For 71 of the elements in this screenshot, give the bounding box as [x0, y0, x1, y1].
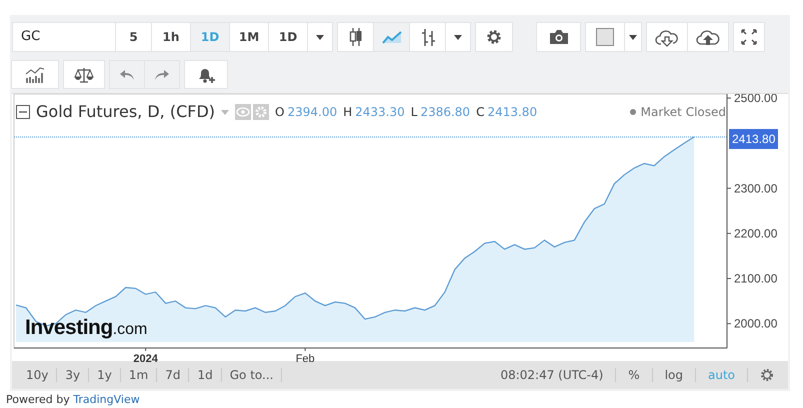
compare-button[interactable]	[63, 60, 105, 89]
indicators-icon	[25, 66, 45, 84]
collapse-icon	[16, 105, 30, 119]
scales-icon	[74, 66, 94, 82]
redo-button[interactable]	[144, 60, 180, 89]
interval-button[interactable]: 1M	[229, 22, 269, 52]
ohlc-value: 2433.30	[355, 104, 405, 121]
symbol-field[interactable]: GC	[12, 22, 116, 52]
caret-icon	[629, 34, 637, 40]
settings-icon	[486, 29, 502, 45]
alert-button[interactable]	[184, 60, 228, 89]
undo-button[interactable]	[109, 60, 145, 89]
chart-type-button[interactable]	[409, 22, 446, 52]
eye-icon	[235, 104, 252, 120]
candles-icon	[348, 27, 362, 47]
x-axis-label: Feb	[296, 353, 315, 362]
powered-by-text: Powered by	[6, 393, 71, 406]
ohlc-value: 2386.80	[420, 104, 470, 121]
scale-toggle[interactable]: %	[616, 368, 652, 382]
ohlc-key: O	[275, 103, 284, 121]
ohlc-key: H	[343, 103, 352, 121]
settings-button[interactable]	[475, 22, 513, 52]
market-status: Market Closed	[640, 104, 726, 121]
dropdown-button[interactable]	[445, 22, 471, 52]
range-button[interactable]: 1m	[120, 368, 158, 382]
settings-icon	[253, 104, 270, 120]
range-button[interactable]: 10y	[18, 368, 58, 382]
color-swatch-icon	[596, 28, 614, 46]
fullscreen-icon	[741, 29, 757, 45]
y-axis-label: 2200.00	[734, 226, 778, 240]
y-axis-label: 2000.00	[734, 316, 778, 331]
dropdown-button[interactable]	[624, 22, 642, 52]
tradingview-link[interactable]: TradingView	[73, 393, 140, 406]
settings-icon	[760, 368, 774, 382]
interval-button[interactable]: 5	[115, 22, 152, 52]
chart-title: Gold Futures, D, (CFD)	[36, 101, 216, 123]
bars-icon	[420, 27, 436, 47]
ohlc-key: L	[410, 103, 418, 121]
price-label: 2413.80	[729, 128, 778, 149]
undo-icon	[119, 68, 135, 80]
color-button[interactable]	[585, 22, 625, 52]
caret-icon	[221, 110, 230, 114]
interval-button[interactable]: 1D	[268, 22, 308, 52]
camera-icon	[548, 29, 568, 45]
upload-button[interactable]	[687, 22, 729, 52]
fullscreen-button[interactable]	[733, 22, 765, 52]
range-button[interactable]: 3y	[57, 368, 90, 382]
camera-button[interactable]	[536, 22, 581, 52]
ohlc-key: C	[476, 103, 484, 121]
range-button[interactable]: 1y	[89, 368, 121, 382]
y-axis-label: 2500.00	[734, 94, 778, 106]
ohlc-value: 2394.00	[287, 104, 338, 121]
caret-icon	[454, 34, 462, 40]
scale-toggle[interactable]: log	[652, 368, 695, 382]
y-axis-label: 2100.00	[734, 272, 778, 286]
range-button[interactable]: 1d	[189, 368, 222, 382]
ohlc-value: 2413.80	[487, 104, 538, 121]
caret-icon	[316, 34, 324, 40]
range-button[interactable]: 7d	[157, 368, 190, 382]
redo-icon	[154, 68, 170, 80]
y-axis-label: 2300.00	[734, 181, 778, 196]
area-chart-icon	[382, 30, 402, 44]
dropdown-button[interactable]	[307, 22, 333, 52]
interval-button[interactable]: 1h	[151, 22, 191, 52]
clock-text: 08:02:47 (UTC-4)	[500, 367, 604, 384]
range-button[interactable]: Go to...	[222, 368, 282, 382]
download-button[interactable]	[646, 22, 688, 52]
chart-type-button[interactable]	[337, 22, 374, 52]
x-axis-label: 2024	[133, 353, 158, 362]
logo: Investing.com	[25, 315, 148, 341]
indicators-button[interactable]	[11, 60, 59, 89]
